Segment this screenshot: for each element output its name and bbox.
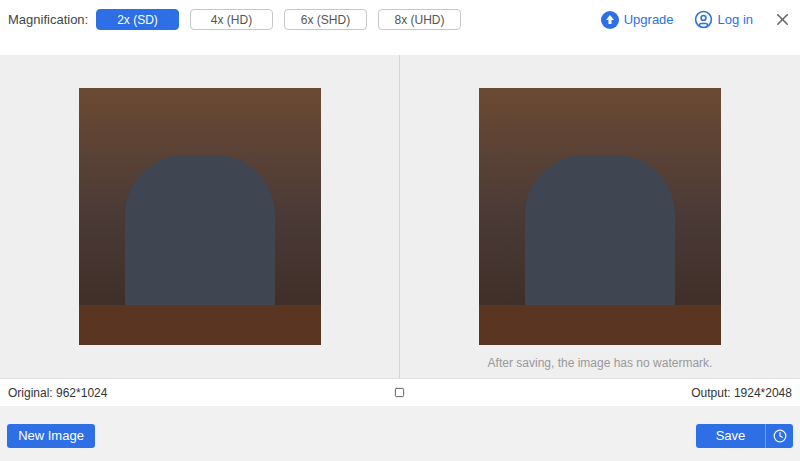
figure — [525, 155, 675, 305]
figure — [125, 155, 275, 305]
compare-area: After saving, the image has no watermark… — [0, 55, 800, 378]
compare-icon[interactable] — [394, 387, 405, 398]
output-image — [479, 88, 721, 345]
output-panel: After saving, the image has no watermark… — [400, 55, 800, 378]
original-size: Original: 962*1024 — [8, 384, 107, 402]
action-bar: New Image Save — [0, 406, 800, 461]
magnification-option[interactable]: 8x (UHD) — [378, 9, 461, 30]
user-icon — [694, 10, 713, 29]
save-group: Save — [696, 424, 793, 448]
magnification-option[interactable]: 6x (SHD) — [284, 9, 367, 30]
login-button[interactable]: Log in — [694, 10, 753, 30]
magnification-options: 2x (SD) 4x (HD) 6x (SHD) 8x (UHD) — [96, 9, 461, 30]
info-bar: Original: 962*1024 Output: 1924*2048 — [0, 378, 800, 406]
output-size: Output: 1924*2048 — [691, 384, 792, 402]
top-bar: Magnification:2x (SD) 4x (HD) 6x (SHD) 8x (… — [0, 0, 800, 55]
desk — [79, 305, 321, 345]
magnification-option[interactable]: 2x (SD) — [96, 9, 179, 30]
new-image-button[interactable]: New Image — [7, 424, 95, 448]
clock-icon — [773, 429, 787, 443]
original-image — [79, 88, 321, 345]
upgrade-icon — [601, 11, 619, 29]
close-button[interactable] — [773, 10, 792, 29]
upscaler-window: Magnification:2x (SD) 4x (HD) 6x (SHD) 8x (… — [0, 0, 800, 461]
desk — [479, 305, 721, 345]
magnification-option[interactable]: 4x (HD) — [190, 9, 273, 30]
magnification-label: Magnification: — [8, 9, 96, 30]
history-button[interactable] — [765, 424, 793, 448]
close-icon — [773, 10, 792, 29]
watermark-note: After saving, the image has no watermark… — [488, 354, 713, 372]
original-panel — [0, 55, 400, 378]
upgrade-button[interactable]: Upgrade — [601, 10, 674, 30]
save-button[interactable]: Save — [696, 424, 765, 448]
